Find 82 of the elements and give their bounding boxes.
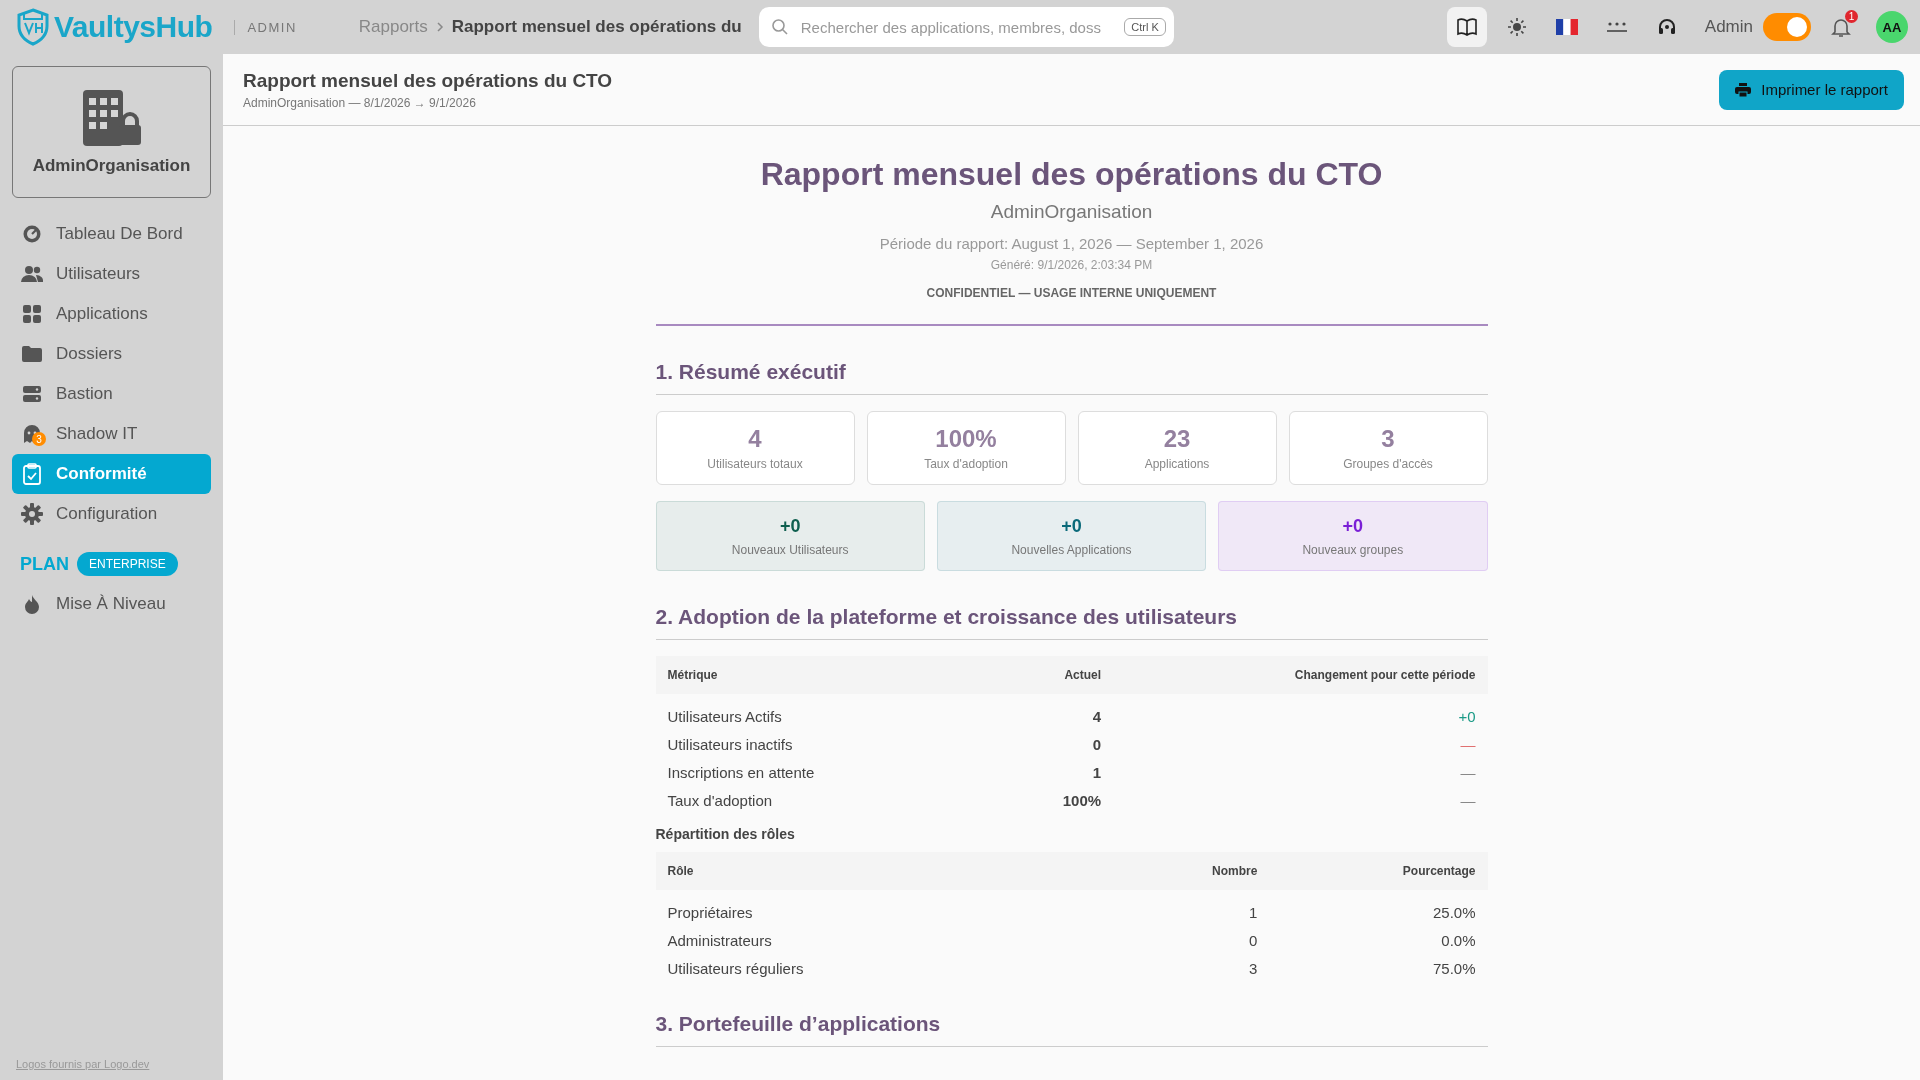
- stat-card: 4 Utilisateurs totaux: [655, 411, 855, 485]
- section-heading: 3. Portefeuille d’applications: [655, 1012, 1488, 1047]
- stat-card: 3 Groupes d'accès: [1288, 411, 1488, 485]
- section-heading: 2. Adoption de la plateforme et croissance des utilisateurs: [655, 605, 1488, 640]
- table-cell: 1: [1113, 890, 1270, 926]
- org-name: AdminOrganisation: [32, 156, 191, 176]
- change-card: +0 Nouveaux groupes: [1218, 501, 1488, 571]
- nav-item[interactable]: Configuration: [12, 494, 211, 534]
- page-subtitle: AdminOrganisation — 8/1/2026 → 9/1/2026: [243, 95, 477, 110]
- clipboard-icon: [22, 463, 42, 485]
- column-header: Rôle: [655, 852, 1114, 890]
- column-header: Pourcentage: [1269, 852, 1488, 890]
- change-value: —: [1459, 790, 1477, 811]
- settings-icon: [21, 503, 43, 525]
- shield-logo-icon: [16, 8, 50, 46]
- column-header: Changement pour cette période: [1113, 656, 1488, 694]
- nav-item[interactable]: 3 Shadow IT: [12, 414, 211, 454]
- table-cell-text: 0: [1248, 930, 1259, 951]
- print-button[interactable]: Imprimer le rapport: [1719, 69, 1904, 110]
- table-cell-text: Taux d'adoption: [666, 790, 774, 811]
- plan-badge: ENTERPRISE: [77, 552, 178, 576]
- change-card: +0 Nouvelles Applications: [936, 501, 1207, 571]
- table-cell: 4: [988, 694, 1114, 730]
- user-avatar[interactable]: AA: [1876, 11, 1908, 43]
- nav-item[interactable]: Bastion: [12, 374, 211, 414]
- column-header: Actuel: [988, 656, 1114, 694]
- stat-card: 100% Taux d'adoption: [866, 411, 1066, 485]
- user-name: Admin: [1704, 17, 1753, 37]
- plan-label: PLAN: [20, 553, 69, 575]
- search-icon: [770, 18, 789, 36]
- table-cell-text: Utilisateurs réguliers: [666, 958, 805, 979]
- count-badge: 3: [32, 432, 46, 446]
- section-label: ADMIN: [234, 19, 297, 35]
- change-value: +0: [1113, 694, 1488, 730]
- notification-badge: 1: [1845, 9, 1858, 23]
- folder-icon: [21, 345, 43, 363]
- search-bar[interactable]: Rechercher des applications, membres, doss Ctrl K: [758, 7, 1174, 47]
- table-cell-text: 0: [1091, 734, 1103, 755]
- table-cell-text: Inscriptions en attente: [666, 762, 816, 783]
- search-field[interactable]: Rechercher des applications, membres, doss: [798, 17, 1115, 37]
- report-period: Période du rapport: August 1, 2026 — September 1, 2026: [878, 235, 1265, 252]
- report-title: Rapport mensuel des opérations du CTO: [759, 156, 1384, 193]
- shortcut-hint: Ctrl K: [1124, 18, 1166, 36]
- change-value: —: [1459, 734, 1477, 755]
- table-cell: Utilisateurs Actifs: [655, 694, 989, 730]
- nav-item[interactable]: Dossiers: [12, 334, 211, 374]
- gauge-icon: [22, 224, 42, 244]
- users-icon: [21, 265, 43, 283]
- column-header: Nombre: [1113, 852, 1270, 890]
- change-card: +0 Nouveaux Utilisateurs: [655, 501, 925, 571]
- stat-card: 23 Applications: [1077, 411, 1277, 485]
- generated-date: Généré: 9/1/2026, 2:03:34 PM: [989, 258, 1154, 272]
- nav-item[interactable]: Applications: [12, 294, 211, 334]
- table-cell: 25.0%: [1269, 890, 1488, 926]
- table-cell-text: 3: [1248, 958, 1259, 979]
- flame-icon: [24, 594, 40, 614]
- table-cell-text: 75.0%: [1431, 958, 1477, 979]
- change-value: —: [1459, 762, 1477, 783]
- breadcrumb-item: Rapport mensuel des opérations du: [451, 17, 742, 37]
- table-cell-text: 1: [1091, 762, 1103, 783]
- chevron-icon: [435, 22, 444, 32]
- server-icon: [22, 385, 42, 403]
- admin-toggle[interactable]: [1763, 13, 1811, 41]
- nav-item[interactable]: Conformité: [12, 454, 211, 494]
- table-cell-text: 100%: [1061, 790, 1103, 811]
- table-cell-text: Utilisateurs inactifs: [666, 734, 794, 755]
- printer-icon: [1735, 82, 1752, 97]
- column-header: Métrique: [655, 656, 989, 694]
- nav-item[interactable]: Tableau De Bord: [12, 214, 211, 254]
- subsection-heading: Répartition des rôles: [655, 826, 796, 842]
- table-cell-text: Administrateurs: [666, 930, 773, 951]
- report-org: AdminOrganisation: [989, 201, 1154, 223]
- book-icon[interactable]: [1446, 7, 1487, 47]
- upgrade-link[interactable]: Mise À Niveau: [12, 584, 211, 624]
- section-heading: 1. Résumé exécutif: [655, 360, 1488, 395]
- page-title: Rapport mensuel des opérations du CTO: [243, 69, 613, 92]
- grid-icon: [22, 304, 42, 324]
- table-cell-text: 0.0%: [1440, 930, 1477, 951]
- org-card[interactable]: AdminOrganisation: [12, 66, 211, 198]
- nav-item[interactable]: Utilisateurs: [12, 254, 211, 294]
- confidential-notice: CONFIDENTIEL — USAGE INTERNE UNIQUEMENT: [925, 286, 1218, 300]
- table-cell: Propriétaires: [655, 890, 1114, 926]
